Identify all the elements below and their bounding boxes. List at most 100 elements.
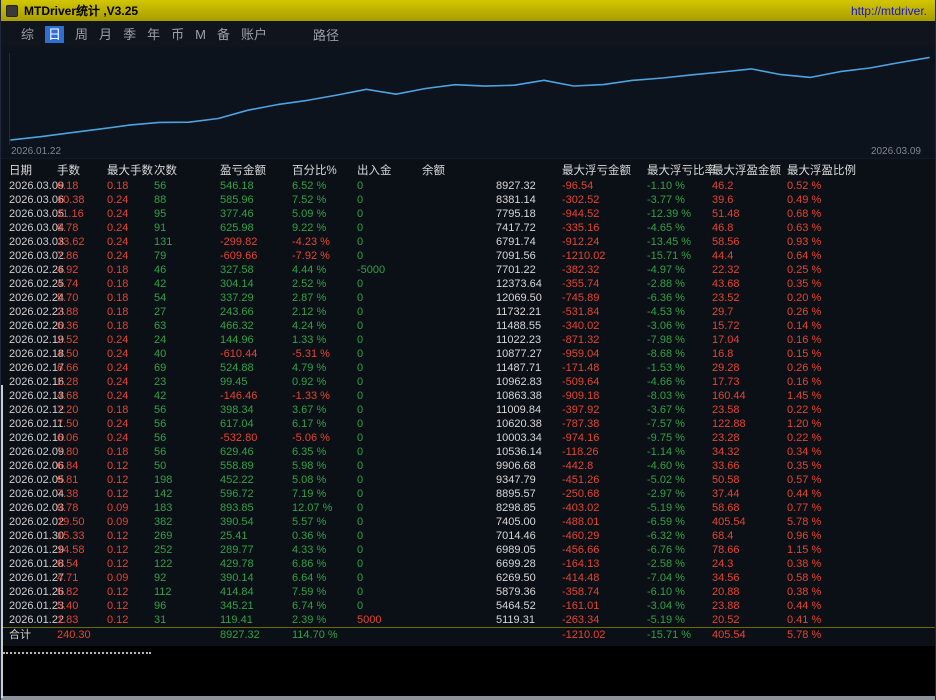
cell: 2026.02.23	[9, 306, 65, 318]
cell: 10877.27	[496, 348, 542, 360]
table-row: 2026.02.16 2.28 0.24 23 99.45 0.92 % 0 10962.83…	[1, 375, 935, 389]
cell: 39.6	[712, 194, 734, 206]
cell: 9906.68	[496, 460, 536, 472]
cell: 2.12 %	[292, 306, 327, 318]
focus-dashes	[3, 652, 151, 654]
table-row: 2026.02.23 2.88 0.18 27 243.66 2.12 % 0 11732.2…	[1, 305, 935, 319]
cell: 345.21	[220, 600, 254, 612]
cell: 29.7	[712, 306, 734, 318]
cell: 4.79 %	[292, 362, 327, 374]
cell: 11488.55	[496, 320, 542, 332]
col-header-2[interactable]: 手数	[56, 163, 106, 179]
cell: 46.2	[712, 180, 734, 192]
cell: 0	[357, 278, 364, 290]
menu-item-2[interactable]: 日	[45, 25, 65, 43]
cell: 2026.03.06	[9, 194, 65, 206]
col-header-10[interactable]: 最大浮亏比率	[646, 163, 716, 179]
cell: -4.60 %	[647, 460, 685, 472]
cell: 7795.18	[496, 208, 536, 220]
col-header-1[interactable]: 日期	[1, 163, 56, 179]
menu-item-7[interactable]: 币	[171, 26, 184, 43]
menu-item-6[interactable]: 年	[147, 26, 160, 43]
cell: 6989.05	[496, 544, 536, 556]
table-row: 2026.03.09 6.18 0.18 56 546.18 6.52 % 0 8927.32…	[1, 179, 935, 193]
cell: 33.66	[712, 460, 740, 472]
menu-item-9[interactable]: 备	[217, 26, 230, 43]
cell: 8895.57	[496, 488, 536, 500]
cell: 19.50	[57, 516, 85, 528]
menu-item-5[interactable]: 季	[123, 26, 136, 43]
cell: 0	[357, 474, 364, 486]
menu-item-3[interactable]: 周	[75, 26, 88, 43]
cell: 5.82	[57, 586, 79, 598]
cell: -414.48	[562, 572, 600, 584]
cell: 0.24	[107, 348, 129, 360]
cell: -4.97 %	[647, 264, 685, 276]
cell: 2026.02.17	[9, 362, 65, 374]
menu-item-8[interactable]: M	[195, 26, 206, 43]
cell: -4.53 %	[647, 306, 685, 318]
cell: 56	[154, 404, 167, 416]
cell: 142	[154, 488, 173, 500]
cell: 16.8	[712, 348, 734, 360]
cell: 42	[154, 390, 167, 402]
table-row: 2026.02.03 9.78 0.09 183 893.85 12.07 % 0 8298.…	[1, 501, 935, 515]
col-header-9[interactable]: 最大浮亏金额	[561, 163, 646, 179]
col-header-7[interactable]: 出入金	[356, 163, 421, 179]
cell: -5.06 %	[292, 432, 330, 444]
col-header-6[interactable]: 百分比%	[291, 163, 356, 179]
cell: -610.44	[220, 348, 258, 360]
cell: 92	[154, 572, 167, 584]
cell: 0.12	[107, 614, 129, 626]
cell: 629.46	[220, 446, 254, 458]
cell: 31	[154, 614, 167, 626]
title-bar[interactable]: MTDriver统计 ,V3.25 http://mtdriver.	[1, 0, 935, 21]
cell: -13.45 %	[647, 236, 692, 248]
menu-item-4[interactable]: 月	[99, 26, 112, 43]
cell: 2026.01.28	[9, 558, 65, 570]
cell: -6.36 %	[647, 292, 685, 304]
cell: 13.62	[57, 236, 85, 248]
cell: 2.52 %	[292, 278, 327, 290]
website-link[interactable]: http://mtdriver.	[851, 4, 927, 18]
cell: 2026.02.18	[9, 348, 65, 360]
cell: 0	[357, 488, 364, 500]
cell: 2026.02.16	[9, 376, 65, 388]
cell: 114.70 %	[291, 627, 356, 642]
cell: 2.87 %	[292, 292, 327, 304]
menu-item-1[interactable]: 综	[21, 26, 34, 43]
table-row: 2026.03.06 10.38 0.24 88 585.96 7.52 % 0 8381.1…	[1, 193, 935, 207]
cell: 0	[357, 376, 364, 388]
cell: 5.78 %	[786, 627, 935, 642]
cell: 2026.02.19	[9, 334, 65, 346]
cell: 2026.02.24	[9, 292, 65, 304]
menu-item-10[interactable]: 账户	[241, 26, 267, 43]
cell: 2026.03.03	[9, 236, 65, 248]
cell: 122.88	[712, 418, 746, 430]
cell: 0.24	[107, 250, 129, 262]
cell: 0	[357, 558, 364, 570]
cell: 0.18	[107, 180, 129, 192]
cell: 4.50	[57, 348, 79, 360]
cell: 0	[357, 404, 364, 416]
col-header-12[interactable]: 最大浮盈比例	[786, 163, 935, 179]
cell: 5464.52	[496, 600, 536, 612]
cell: 96	[154, 600, 167, 612]
cell: 5000	[357, 614, 382, 626]
cell: 0.58 %	[787, 572, 822, 584]
col-header-5[interactable]: 盈亏金额	[219, 163, 291, 179]
col-header-4[interactable]: 次数	[153, 163, 219, 179]
menu-bar: 综日周月季年币 M 备账户 路径	[1, 21, 935, 47]
col-header-3[interactable]: 最大手数	[106, 163, 153, 179]
cell: -442.8	[562, 460, 594, 472]
menu-item-path[interactable]: 路径	[313, 25, 339, 44]
col-header-8[interactable]: 余额	[421, 163, 561, 179]
cell: -403.02	[562, 502, 600, 514]
table-row: 2026.01.22 1.83 0.12 31 119.41 2.39 % 5000 5119…	[1, 613, 935, 628]
cell: 0.64 %	[787, 250, 822, 262]
cell: 10003.34	[496, 432, 542, 444]
cell: 2026.02.04	[9, 488, 65, 500]
cell: 15.33	[57, 530, 85, 542]
cell: 9347.79	[496, 474, 536, 486]
col-header-11[interactable]: 最大浮盈金额	[711, 163, 786, 179]
